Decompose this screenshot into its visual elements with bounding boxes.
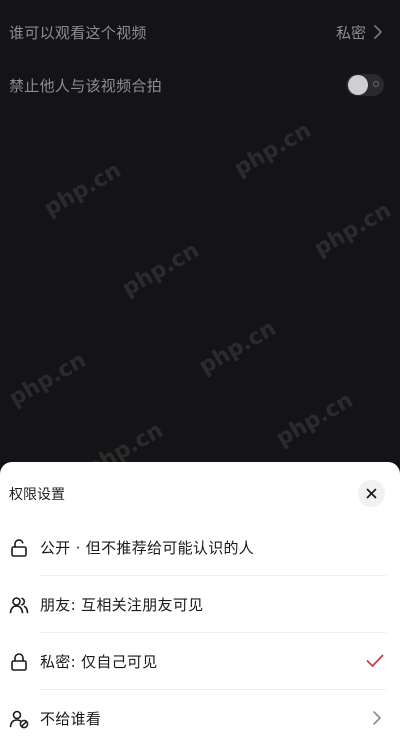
unlock-icon bbox=[11, 539, 27, 557]
watermark-text: php.cn bbox=[195, 315, 281, 380]
permission-sheet: 权限设置 公开 · 但不推荐给可能认识的人 朋友: 互相关注朋友可见 私密: 仅… bbox=[0, 462, 400, 749]
disable-duet-label: 禁止他人与该视频合拍 bbox=[9, 76, 163, 95]
option-hide-from[interactable]: 不给谁看 bbox=[0, 691, 400, 747]
disable-duet-row: 禁止他人与该视频合拍 bbox=[0, 63, 400, 107]
option-public-label: 公开 · 但不推荐给可能认识的人 bbox=[40, 539, 255, 557]
who-can-view-value: 私密 bbox=[335, 23, 366, 42]
lock-icon bbox=[11, 653, 27, 671]
divider bbox=[40, 632, 386, 633]
block-user-icon bbox=[9, 710, 29, 729]
who-can-view-row[interactable]: 谁可以观看这个视频 私密 bbox=[0, 10, 400, 54]
divider bbox=[40, 689, 386, 690]
close-button[interactable] bbox=[358, 480, 385, 507]
video-settings-panel: 谁可以观看这个视频 私密 禁止他人与该视频合拍 php.cn php.cn ph… bbox=[0, 0, 400, 482]
divider bbox=[40, 575, 386, 576]
watermark-text: php.cn bbox=[310, 197, 396, 262]
watermark-text: php.cn bbox=[40, 157, 126, 222]
option-private[interactable]: 私密: 仅自己可见 bbox=[0, 634, 400, 690]
disable-duet-toggle[interactable] bbox=[346, 74, 384, 96]
toggle-knob bbox=[348, 75, 368, 95]
checkmark-icon bbox=[366, 654, 384, 667]
sheet-title: 权限设置 bbox=[9, 487, 65, 503]
watermark-text: php.cn bbox=[118, 237, 204, 302]
toggle-off-indicator bbox=[373, 81, 379, 87]
who-can-view-label: 谁可以观看这个视频 bbox=[9, 23, 147, 42]
option-friends[interactable]: 朋友: 互相关注朋友可见 bbox=[0, 577, 400, 633]
option-public[interactable]: 公开 · 但不推荐给可能认识的人 bbox=[0, 520, 400, 576]
watermark-text: php.cn bbox=[5, 347, 91, 412]
friends-icon bbox=[9, 597, 29, 614]
option-private-label: 私密: 仅自己可见 bbox=[40, 653, 158, 671]
close-icon bbox=[366, 488, 377, 499]
chevron-right-icon bbox=[373, 711, 381, 725]
watermark-text: php.cn bbox=[272, 387, 358, 452]
watermark-text: php.cn bbox=[230, 117, 316, 182]
option-friends-label: 朋友: 互相关注朋友可见 bbox=[40, 596, 204, 614]
chevron-right-icon bbox=[374, 25, 382, 39]
option-hide-from-label: 不给谁看 bbox=[40, 710, 102, 728]
